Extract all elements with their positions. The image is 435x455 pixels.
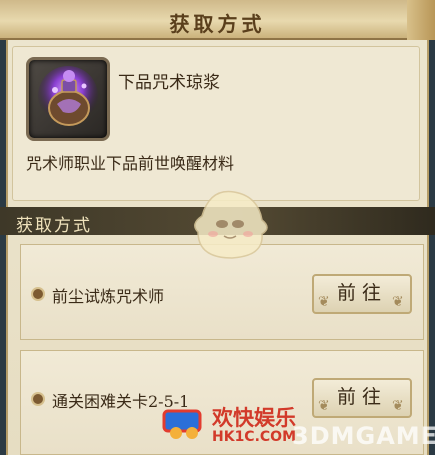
source-label: 前尘试炼咒术师 <box>52 287 165 306</box>
phone-logo-icon <box>162 409 202 439</box>
goto-button-label: 前往 <box>336 282 387 304</box>
goto-button[interactable]: ❦ 前往 ❦ <box>312 274 412 314</box>
item-name: 下品咒术琼浆 <box>118 73 220 93</box>
watermark-url: HK1C.COM <box>212 429 297 445</box>
item-description: 咒术师职业下品前世唤醒材料 <box>26 154 235 173</box>
leaf-deco-icon: ❦ <box>392 294 410 310</box>
watermark-brand: 3DMGAME <box>292 422 435 450</box>
bullet-icon <box>31 287 45 301</box>
leaf-deco-icon: ❦ <box>392 398 410 414</box>
leaf-deco-icon: ❦ <box>318 398 336 414</box>
goto-button-label: 前往 <box>336 386 387 408</box>
bullet-icon <box>31 392 45 406</box>
mascot-icon <box>194 190 268 259</box>
goto-button[interactable]: ❦ 前往 ❦ <box>312 378 412 418</box>
item-icon <box>26 57 110 141</box>
potion-icon <box>38 66 98 126</box>
panel-title: 获取方式 <box>169 12 266 36</box>
leaf-deco-icon: ❦ <box>318 294 336 310</box>
section-title: 获取方式 <box>16 216 92 236</box>
watermark-text: 欢快娱乐 <box>212 406 296 430</box>
